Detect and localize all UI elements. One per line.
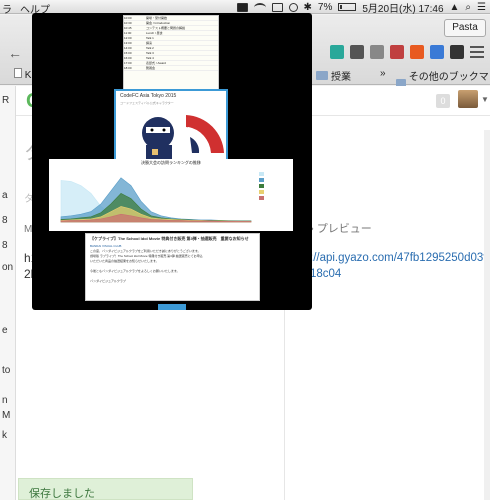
legend-swatch: [259, 178, 264, 182]
table-cell: 開会 / Introduction: [146, 21, 171, 25]
scrollbar[interactable]: [484, 130, 490, 500]
preview-url-line: ://api.gyazo.com/47fb1295250d03f0: [310, 252, 490, 264]
menu-bar: ラ ヘルプ ✱ 7% 5月20日(水) 17:46 ▲ ⌕ ☰: [0, 0, 490, 16]
table-cell: 16:00: [124, 56, 132, 60]
legend-swatch: [259, 184, 264, 188]
side-fragment: 8: [2, 215, 8, 226]
battery-icon[interactable]: [338, 3, 357, 11]
extension-orange-icon[interactable]: [410, 45, 424, 59]
email-subject: 【ケプライブ】The School Idol Movie 特典付き販売 第3弾・…: [90, 236, 249, 241]
table-cell: 13:00: [124, 41, 132, 45]
folder-icon: [316, 71, 328, 80]
side-fragment: k: [2, 430, 7, 441]
chart-title: 決勝大会の訪問ランキングの推移: [141, 160, 201, 165]
table-cell: 14:00: [124, 46, 132, 50]
table-cell: 15:00: [124, 51, 132, 55]
extension-chat-icon[interactable]: [430, 45, 444, 59]
email-line: バンダイビジュアルクラブ: [90, 279, 126, 283]
preview-tab[interactable]: › プレビュー: [310, 220, 372, 236]
table-cell: Talk 2: [146, 46, 154, 50]
battery-percent: 7%: [317, 1, 333, 13]
display-icon[interactable]: [271, 2, 283, 12]
table-cell: 17:00: [124, 61, 132, 65]
table-cell: Lunch / 昼食: [146, 31, 163, 35]
wifi-icon[interactable]: [253, 2, 266, 12]
tab-pasta[interactable]: Pasta: [444, 19, 486, 37]
user-icon[interactable]: ▲: [450, 2, 460, 13]
avatar[interactable]: [458, 90, 478, 108]
screen-icon[interactable]: [236, 2, 248, 12]
preview-label: プレビュー: [316, 223, 372, 235]
table-cell: 10:30: [124, 21, 132, 25]
thumbnail-schedule[interactable]: 10:00 開場・受付開始 10:30 開会 / Introduction 10:45 コ…: [123, 15, 219, 93]
legend-swatch: [259, 172, 264, 176]
bookmarks-overflow[interactable]: »: [380, 68, 386, 79]
side-fragment: e: [2, 325, 8, 336]
side-fragment: to: [2, 365, 11, 376]
thumbnail-email[interactable]: 【ケプライブ】The School Idol Movie 特典付き販売 第3弾・…: [85, 233, 260, 301]
saved-notice: 保存しました: [18, 478, 193, 500]
table-cell: 18:00: [124, 66, 132, 70]
table-cell: 11:00: [124, 31, 132, 35]
table-cell: コンテスト概要と問題の解説: [146, 26, 186, 30]
table-cell: Talk 4: [146, 56, 154, 60]
table-cell: 10:00: [124, 16, 132, 20]
ninja-illustration: [142, 115, 224, 159]
cast-icon[interactable]: [370, 45, 384, 59]
extension-bar: [330, 45, 484, 59]
chrome-menu-icon[interactable]: [470, 45, 484, 59]
bookmark-label: 授業: [331, 72, 351, 83]
datetime[interactable]: 5月20日(水) 17:46: [362, 0, 443, 15]
table-cell: 講演: [146, 41, 153, 45]
chevron-down-icon[interactable]: ▼: [481, 95, 489, 104]
extension-badge-icon[interactable]: [390, 45, 404, 59]
side-fragment: 8: [2, 240, 8, 251]
area-chart: [60, 172, 264, 223]
legend-swatch: [259, 196, 264, 200]
bookmark-folder-jugyo[interactable]: 授業: [316, 68, 351, 83]
search-icon[interactable]: ⌕: [465, 2, 471, 13]
menu-left-fragment[interactable]: ラ: [2, 1, 12, 16]
side-fragment: on: [2, 262, 14, 273]
table-cell: 懇親会: [146, 66, 156, 70]
extension-grid-icon[interactable]: [450, 45, 464, 59]
notification-count[interactable]: 0: [436, 94, 450, 108]
list-icon[interactable]: ☰: [477, 2, 486, 13]
clock-icon[interactable]: [288, 2, 298, 12]
bookmark-partial[interactable]: Ki: [14, 68, 34, 81]
table-cell: Talk 3: [146, 51, 154, 55]
side-fragment: R: [2, 95, 10, 106]
table-cell: 12:00: [124, 36, 132, 40]
gyazo-history-popup: 10:00 開場・受付開始 10:30 開会 / Introduction 10:45 コ…: [32, 13, 312, 310]
table-cell: 10:45: [124, 26, 132, 30]
bluetooth-icon[interactable]: ✱: [304, 2, 312, 13]
page-icon: [14, 68, 22, 78]
table-cell: Talk 1: [146, 36, 154, 40]
legend-swatch: [259, 190, 264, 194]
thumbnail-partial[interactable]: [158, 304, 186, 310]
side-fragment: n: [2, 395, 8, 406]
preview-url-line: 18c04: [310, 268, 342, 280]
table-row: 18:00 懇親会: [124, 66, 218, 71]
table-cell: 表彰式 / Award: [146, 61, 166, 65]
menu-status-area: ✱ 7% 5月20日(水) 17:46 ▲ ⌕ ☰: [236, 0, 486, 15]
thumbnail-codefestival[interactable]: CodeFC Asia Tokyo 2015 コードフェスティバル公式キャラクタ…: [114, 89, 228, 169]
extension-check-icon[interactable]: [350, 45, 364, 59]
extension-m-icon[interactable]: [330, 45, 344, 59]
thumbnail-chart[interactable]: 決勝大会の訪問ランキングの推移: [49, 159, 293, 231]
side-fragment: a: [2, 190, 8, 201]
thumb-title: CodeFC Asia Tokyo 2015: [120, 93, 177, 99]
table-cell: 開場・受付開始: [146, 16, 168, 20]
preview-link[interactable]: ://api.gyazo.com/47fb1295250d03f0 18c04: [310, 250, 490, 282]
back-arrow-icon[interactable]: ←: [8, 45, 22, 61]
side-fragment: M: [2, 410, 11, 421]
